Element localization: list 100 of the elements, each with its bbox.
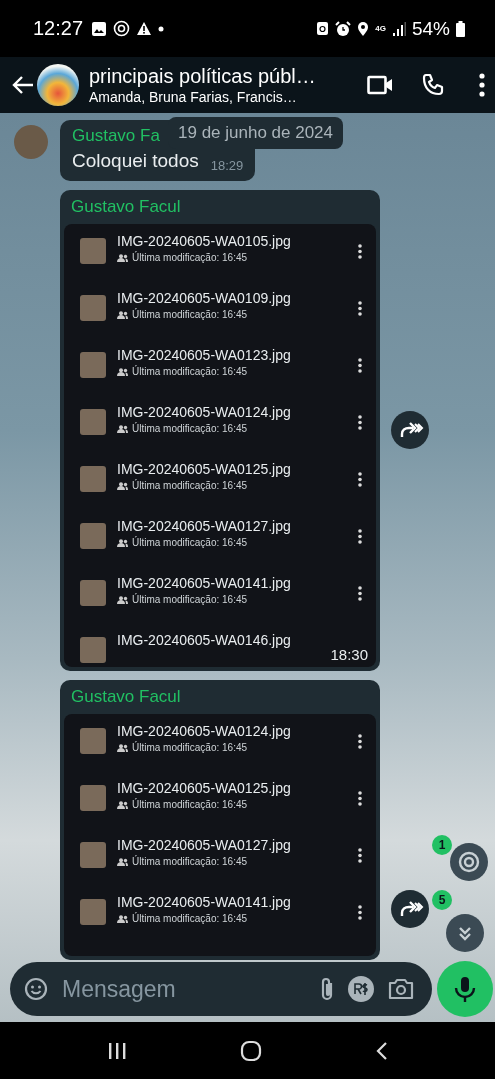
file-item[interactable]: IMG-20240605-WA0127.jpg Última modificação: 16:45 [64,836,376,893]
clock: 12:27 [33,17,84,40]
photo-placeholder [80,352,106,378]
photo-placeholder [80,238,106,264]
scroll-down-button[interactable] [446,914,484,952]
signal-icon [391,21,406,36]
image-icon [91,20,108,37]
file-item[interactable]: IMG-20240605-WA0124.jpg Última modificação: 16:45 [64,403,376,460]
unread-badge: 5 [432,890,452,910]
more-options-icon[interactable] [479,73,485,97]
sender-name[interactable]: Gustavo Facul [64,196,376,224]
people-icon [117,481,128,490]
file-item[interactable]: IMG-20240605-WA0141.jpg Última modificação: 16:45 [64,893,376,950]
camera-icon[interactable] [388,978,414,1000]
file-item[interactable]: IMG-20240605-WA0141.jpg Última modificação: 16:45 [64,574,376,631]
file-detail: Última modificação: 16:45 [132,252,248,263]
location-icon [357,20,370,37]
more-options-icon[interactable] [358,415,362,430]
file-item[interactable]: IMG-20240605-WA0146.jpg [64,631,316,661]
more-options-icon[interactable] [358,529,362,544]
file-name: IMG-20240605-WA0125.jpg [117,779,292,797]
file-detail: Última modificação: 16:45 [132,309,248,320]
dot-icon [158,25,165,32]
people-icon [117,595,128,604]
home-icon[interactable] [239,1039,262,1062]
file-detail: Última modificação: 16:45 [132,799,248,810]
video-call-icon[interactable] [367,75,393,95]
file-item[interactable]: IMG-20240605-WA0125.jpg Última modificação: 16:45 [64,779,376,836]
file-name: IMG-20240605-WA0127.jpg [117,836,292,854]
message-time: 18:30 [330,646,368,663]
file-detail: Última modificação: 16:45 [132,366,248,377]
recent-apps-icon[interactable] [106,1040,127,1061]
file-detail: Última modificação: 16:45 [132,480,248,491]
back-icon[interactable] [374,1040,389,1061]
file-name: IMG-20240605-WA0141.jpg [117,893,292,911]
mention-button[interactable] [450,843,488,881]
back-icon[interactable] [12,75,34,95]
people-icon [117,800,128,809]
photo-placeholder [80,409,106,435]
network-type: 4G [375,24,386,33]
group-avatar[interactable] [37,64,79,106]
photo-placeholder [80,580,106,606]
file-name: IMG-20240605-WA0124.jpg [117,722,292,740]
message-bubble[interactable] [60,680,380,960]
file-name: IMG-20240605-WA0124.jpg [117,403,292,421]
sender-name[interactable]: Gustavo Facul [64,686,376,714]
file-detail: Última modificação: 16:45 [132,423,248,434]
photo-placeholder [80,523,106,549]
photo-placeholder [80,728,106,754]
date-toast: 19 de junho de 2024 [168,117,344,149]
message-text: Coloquei todos [72,149,199,173]
file-detail: Última modificação: 16:45 [132,742,248,753]
more-options-icon[interactable] [358,791,362,806]
file-detail: Última modificação: 16:45 [132,594,248,605]
photo-placeholder [80,899,106,925]
currency-icon [348,976,374,1002]
forward-button[interactable] [391,411,429,449]
more-options-icon[interactable] [358,358,362,373]
phone-icon[interactable] [421,73,445,97]
people-icon [117,424,128,433]
file-item[interactable]: IMG-20240605-WA0127.jpg Última modificação: 16:45 [64,517,376,574]
message-field[interactable]: Mensagem [10,962,432,1016]
more-options-icon[interactable] [358,301,362,316]
people-icon [117,367,128,376]
more-options-icon[interactable] [358,586,362,601]
file-name: IMG-20240605-WA0146.jpg [117,631,292,649]
more-options-icon[interactable] [358,905,362,920]
photo-placeholder [80,842,106,868]
warning-icon [136,21,153,36]
photo-placeholder [80,785,106,811]
file-item[interactable]: IMG-20240605-WA0105.jpg Última modificação: 16:45 [64,232,376,289]
file-name: IMG-20240605-WA0109.jpg [117,289,292,307]
file-name: IMG-20240605-WA0141.jpg [117,574,292,592]
more-options-icon[interactable] [358,472,362,487]
message-input[interactable]: Mensagem [62,975,306,1003]
attach-icon[interactable] [320,977,334,1001]
emoji-icon[interactable] [24,977,48,1001]
more-options-icon[interactable] [358,848,362,863]
unread-badge: 1 [432,835,452,855]
file-name: IMG-20240605-WA0123.jpg [117,346,292,364]
file-item[interactable]: IMG-20240605-WA0124.jpg Última modificação: 16:45 [64,722,376,779]
chat-members[interactable]: Amanda, Bruna Farias, Francis… [89,88,357,106]
file-item[interactable]: IMG-20240605-WA0125.jpg Última modificação: 16:45 [64,460,376,517]
file-detail: Última modificação: 16:45 [132,856,248,867]
file-name: IMG-20240605-WA0127.jpg [117,517,292,535]
people-icon [117,253,128,262]
photo-placeholder [80,295,106,321]
file-item[interactable]: IMG-20240605-WA0123.jpg Última modificação: 16:45 [64,346,376,403]
more-options-icon[interactable] [358,734,362,749]
forward-button[interactable] [391,890,429,928]
more-options-icon[interactable] [358,244,362,259]
battery-level: 54% [411,17,450,40]
photo-placeholder [80,637,106,663]
chat-title[interactable]: principais políticas públ… [89,64,357,88]
file-name: IMG-20240605-WA0105.jpg [117,232,292,250]
people-icon [117,538,128,547]
file-item[interactable]: IMG-20240605-WA0109.jpg Última modificação: 16:45 [64,289,376,346]
microphone-button[interactable] [437,961,493,1017]
message-time: 18:29 [210,157,244,175]
battery-icon [456,20,465,37]
